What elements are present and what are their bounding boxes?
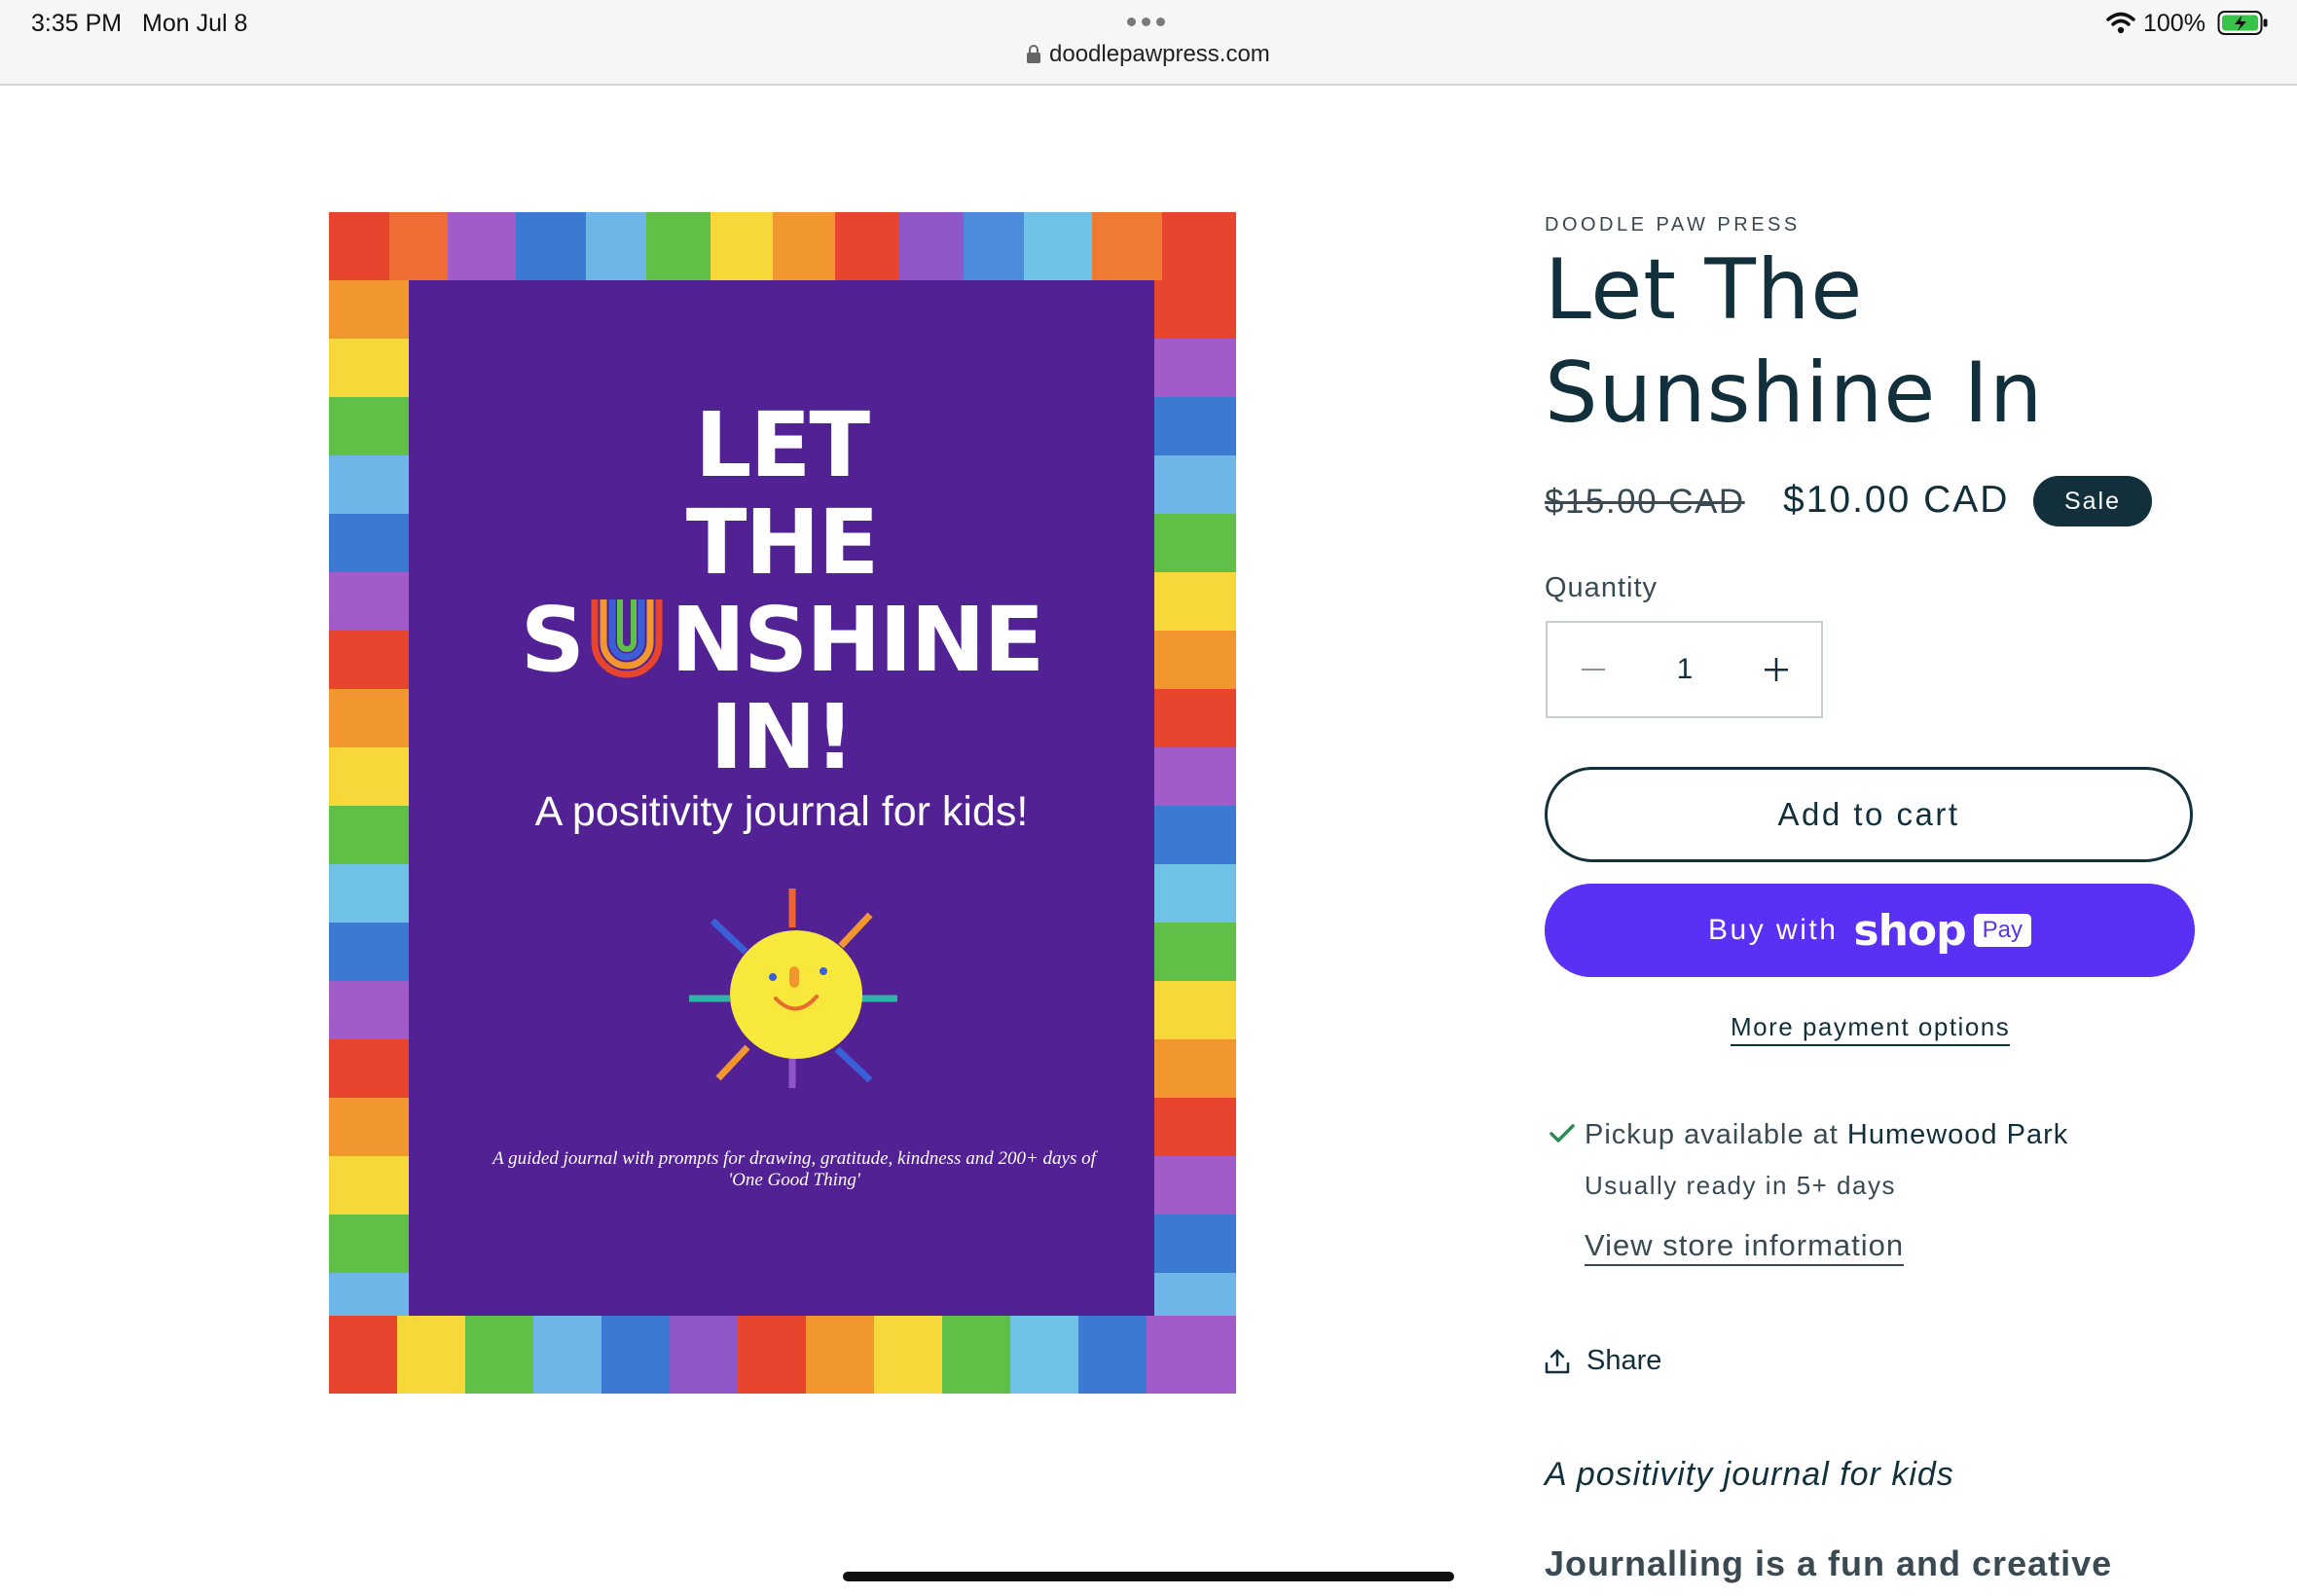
cover-title-the: THE — [685, 490, 880, 595]
wifi-icon — [2106, 12, 2135, 34]
product-title-line1: Let The — [1545, 241, 1864, 339]
battery-icon — [2217, 11, 2268, 35]
sale-price: $10.00 CAD — [1783, 479, 2010, 521]
product-title-line2: Sunshine In — [1545, 345, 2044, 442]
share-button[interactable]: Share — [1544, 1345, 1661, 1377]
description-text: Journalling is a fun and creative — [1545, 1543, 2113, 1583]
cover-title: LET THE S NSHINE IN! — [409, 397, 1154, 786]
add-to-cart-button[interactable]: Add to cart — [1545, 767, 2193, 862]
address-bar[interactable]: doodlepawpress.com — [1026, 41, 1270, 68]
view-store-information-link[interactable]: View store information — [1585, 1228, 1905, 1266]
status-time: 3:35 PM — [31, 10, 123, 37]
quantity-stepper: 1 — [1546, 621, 1823, 718]
rainbow-u-icon — [591, 599, 663, 678]
pay-badge: Pay — [1973, 914, 2031, 947]
cover-blurb: A guided journal with prompts for drawin… — [492, 1148, 1096, 1190]
share-icon — [1545, 1349, 1570, 1373]
regular-price: $15.00 CAD — [1545, 483, 1745, 521]
quantity-decrease-button[interactable] — [1548, 623, 1639, 716]
cover-title-sunshine: S NSHINE — [409, 592, 1154, 689]
quantity-input[interactable]: 1 — [1639, 623, 1731, 716]
rainbow-border-bottom — [329, 1316, 1236, 1394]
cover-subtitle: A positivity journal for kids! — [534, 788, 1029, 835]
quantity-increase-button[interactable] — [1731, 623, 1821, 716]
rainbow-border-top — [329, 212, 1236, 280]
shop-logo: shop — [1853, 905, 1966, 956]
battery-percent: 100% — [2143, 10, 2206, 37]
minus-icon — [1582, 669, 1605, 671]
home-indicator[interactable] — [843, 1572, 1454, 1581]
lock-icon — [1027, 45, 1040, 63]
status-bar: 3:35 PM Mon Jul 8 doodlepawpress.com 100… — [0, 0, 2297, 86]
plus-icon — [1764, 658, 1788, 681]
rainbow-border-left — [329, 280, 409, 1316]
vendor-label[interactable]: DOODLE PAW PRESS — [1545, 214, 1801, 236]
more-dots-icon[interactable] — [1127, 18, 1165, 26]
cover-title-nshine: NSHINE — [670, 588, 1044, 692]
pickup-location: Humewood Park — [1846, 1119, 2069, 1150]
check-icon — [1550, 1124, 1575, 1143]
cover-title-let: LET — [694, 393, 870, 497]
status-date: Mon Jul 8 — [142, 10, 248, 37]
cover-title-s: S — [520, 588, 585, 692]
url-text: doodlepawpress.com — [1049, 41, 1270, 67]
share-label: Share — [1586, 1345, 1662, 1376]
product-image[interactable]: LET THE S NSHINE IN! A positivity journa… — [329, 212, 1236, 1394]
more-payment-options-link[interactable]: More payment options — [1731, 1012, 2011, 1046]
shop-pay-button[interactable]: Buy with shop Pay — [1545, 884, 2195, 977]
sale-badge: Sale — [2033, 476, 2152, 526]
description-heading: A positivity journal for kids — [1545, 1456, 1954, 1493]
rainbow-border-right — [1154, 280, 1236, 1316]
cover-title-in: IN! — [710, 685, 855, 789]
pickup-ready-time: Usually ready in 5+ days — [1585, 1171, 1896, 1200]
pickup-prefix: Pickup available at — [1585, 1119, 1847, 1150]
quantity-label: Quantity — [1545, 572, 1658, 603]
buy-with-label: Buy with — [1708, 914, 1839, 946]
pickup-availability: Pickup available at Humewood Park — [1585, 1119, 2068, 1151]
